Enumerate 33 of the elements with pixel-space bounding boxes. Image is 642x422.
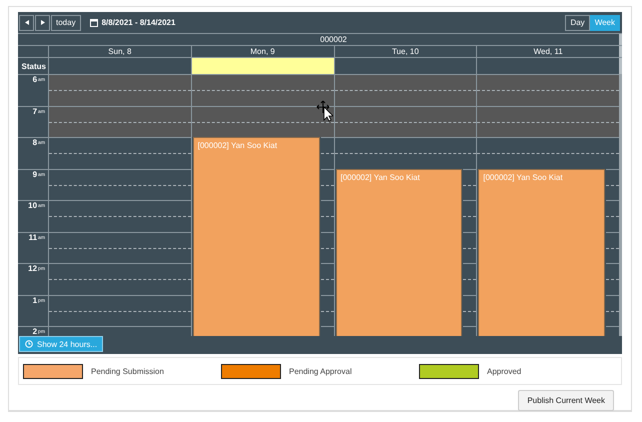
right-triangle-icon bbox=[40, 20, 44, 25]
day-header: Tue, 10 bbox=[392, 47, 419, 56]
day-header: Mon, 9 bbox=[250, 47, 275, 56]
time-slot[interactable] bbox=[334, 74, 476, 106]
move-cursor-icon bbox=[315, 100, 333, 122]
day-header: Sun, 8 bbox=[108, 47, 132, 56]
legend-label: Pending Submission bbox=[91, 366, 164, 376]
event-block[interactable]: [000002] Yan Soo Kiat bbox=[192, 137, 320, 336]
show-24-hours-button[interactable]: Show 24 hours... bbox=[19, 336, 104, 352]
time-slot[interactable] bbox=[334, 106, 476, 137]
legend-label: Approved bbox=[487, 366, 522, 376]
time-slot[interactable] bbox=[49, 74, 191, 106]
publish-button[interactable]: Publish Current Week bbox=[518, 390, 614, 411]
previous-button[interactable] bbox=[19, 14, 34, 30]
clock-icon bbox=[25, 340, 33, 348]
resource-name: 000002 bbox=[320, 35, 347, 44]
calendar-icon bbox=[90, 18, 98, 26]
time-slot[interactable] bbox=[477, 106, 619, 137]
day-header: Wed, 11 bbox=[534, 47, 563, 56]
time-slot[interactable] bbox=[192, 74, 334, 106]
view-tab[interactable]: Week bbox=[590, 14, 620, 30]
time-slot[interactable] bbox=[49, 106, 191, 137]
date-range: 8/8/2021 - 8/14/2021 bbox=[102, 18, 176, 27]
view-tab[interactable]: Day bbox=[565, 14, 590, 30]
left-triangle-icon bbox=[24, 20, 28, 25]
legend-label: Pending Approval bbox=[289, 366, 352, 376]
event-block[interactable]: [000002] Yan Soo Kiat bbox=[478, 168, 605, 336]
next-button[interactable] bbox=[35, 14, 50, 30]
event-block[interactable]: [000002] Yan Soo Kiat bbox=[336, 168, 462, 336]
time-slot[interactable] bbox=[192, 106, 334, 137]
today-button[interactable]: today bbox=[51, 14, 81, 30]
time-slot[interactable] bbox=[477, 74, 619, 106]
status-label: Status bbox=[22, 62, 46, 70]
